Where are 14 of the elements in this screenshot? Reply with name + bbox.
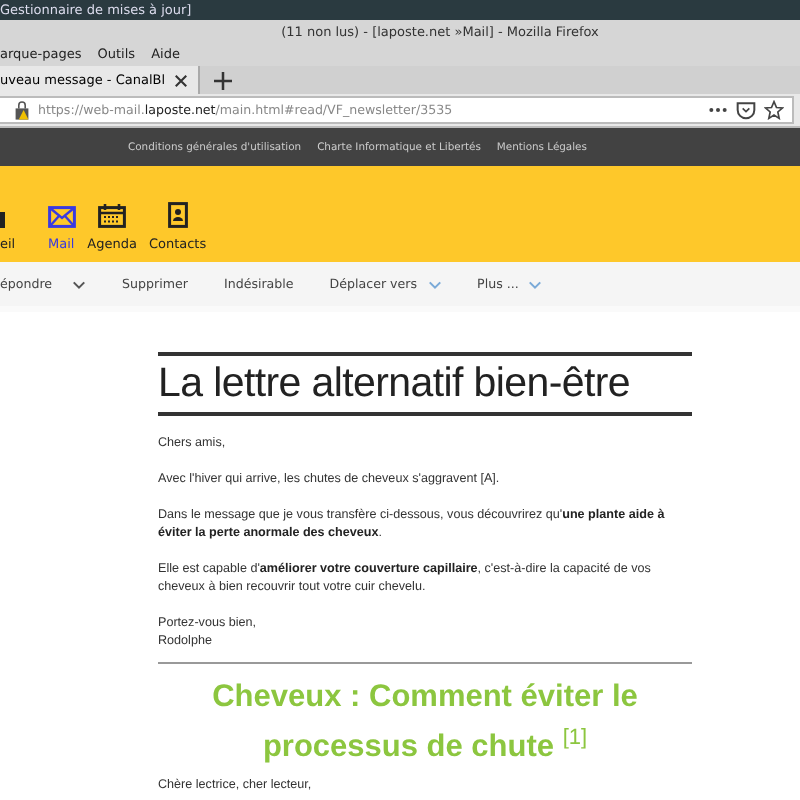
close-icon[interactable] [173,73,188,87]
article-heading: Cheveux : Comment éviter le processus de chute $^{[1]}$ [210,678,640,769]
new-tab-icon[interactable] [213,71,232,89]
star-icon[interactable] [764,100,784,120]
newsletter-title: La lettre alternatif bien-être [158,358,632,410]
mail-icon [47,206,76,228]
more-icon[interactable] [708,106,728,114]
caret-icon [427,279,442,289]
pocket-icon[interactable] [736,100,756,120]
lock-icon [14,100,30,120]
caret-icon [72,279,87,289]
contact-book-icon [167,202,188,228]
caret-icon [528,279,543,289]
calendar-icon [98,204,127,228]
